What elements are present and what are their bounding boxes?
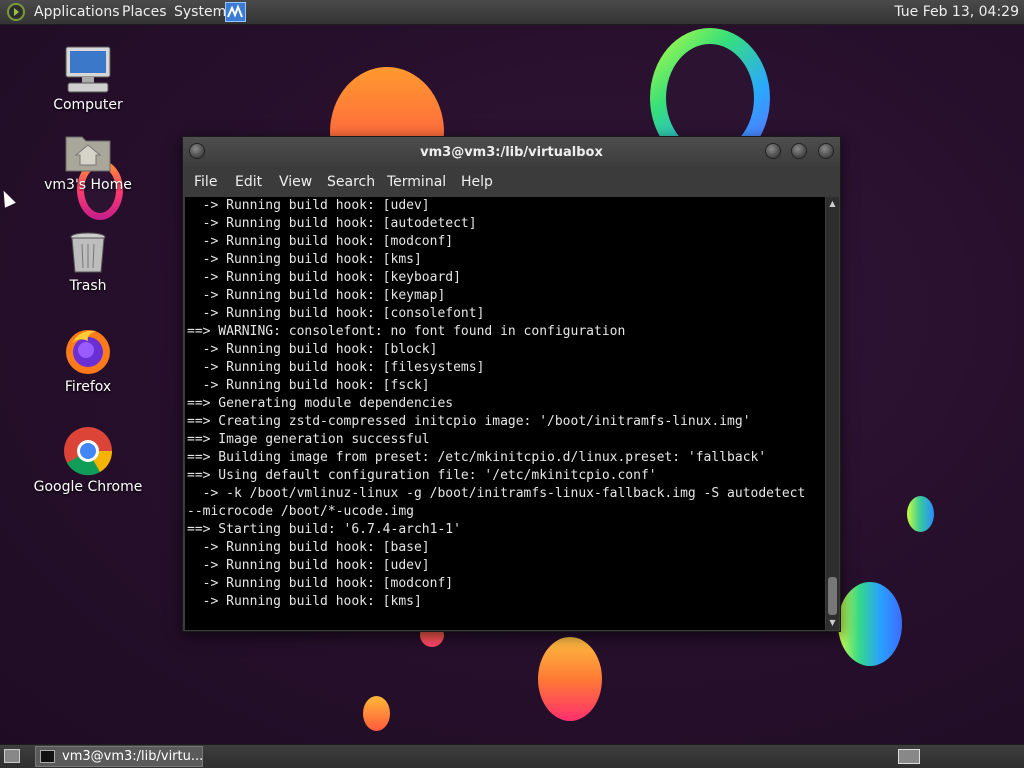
terminal-line: -> Running build hook: [filesystems] <box>187 360 485 375</box>
bottom-panel: vm3@vm3:/lib/virtu... <box>0 744 1024 768</box>
window-title: vm3@vm3:/lib/virtualbox <box>420 145 603 160</box>
workspace-switcher[interactable] <box>898 749 920 764</box>
system-monitor-icon[interactable] <box>225 2 246 22</box>
close-icon[interactable] <box>818 143 834 159</box>
terminal-line: -> Running build hook: [block] <box>187 342 438 357</box>
home-folder-icon <box>65 136 111 172</box>
terminal-line: ==> Using default configuration file: '/… <box>187 468 657 483</box>
minimize-icon[interactable] <box>765 143 781 159</box>
applications-menu-icon[interactable] <box>7 3 25 21</box>
top-panel: Applications Places System Tue Feb 13, 0… <box>0 0 1024 25</box>
clock[interactable]: Tue Feb 13, 04:29 <box>894 4 1019 20</box>
menu-help[interactable]: Help <box>461 174 493 190</box>
terminal-line: -> Running build hook: [keymap] <box>187 288 446 303</box>
maximize-icon[interactable] <box>791 143 807 159</box>
terminal-line: -> Running build hook: [modconf] <box>187 576 454 591</box>
terminal-line: ==> Image generation successful <box>187 432 430 447</box>
terminal-line: -> Running build hook: [udev] <box>187 198 430 213</box>
trash-icon <box>70 232 106 273</box>
desktop-icon-home[interactable]: vm3's Home <box>28 129 148 193</box>
desktop-icon-label: Trash <box>69 278 107 294</box>
chrome-icon <box>64 427 113 476</box>
wallpaper-orange-blob-small <box>363 696 390 731</box>
terminal-line: ==> Generating module dependencies <box>187 396 454 411</box>
scrollbar-thumb[interactable] <box>828 577 837 615</box>
menu-file[interactable]: File <box>194 174 217 190</box>
menu-view[interactable]: View <box>279 174 312 190</box>
desktop-icon-label: Google Chrome <box>33 479 143 495</box>
firefox-icon <box>66 330 110 374</box>
terminal-line: ==> Starting build: '6.7.4-arch1-1' <box>187 522 461 537</box>
terminal-menubar: File Edit View Search Terminal Help <box>183 167 840 197</box>
wallpaper-green-blob-small <box>907 496 934 532</box>
terminal-line: -> Running build hook: [kms] <box>187 252 422 267</box>
desktop-icon-label: Computer <box>53 97 123 113</box>
taskbar-item-terminal[interactable]: vm3@vm3:/lib/virtu... <box>35 746 203 767</box>
show-desktop-icon[interactable] <box>4 749 20 763</box>
menu-terminal[interactable]: Terminal <box>387 174 446 190</box>
desktop-icon-trash[interactable]: Trash <box>28 230 148 294</box>
terminal-line: -> Running build hook: [keyboard] <box>187 270 461 285</box>
terminal-lines: -> Running build hook: [udev] -> Running… <box>185 197 825 611</box>
terminal-line: -> Running build hook: [modconf] <box>187 234 454 249</box>
terminal-line: ==> Building image from preset: /etc/mki… <box>187 450 767 465</box>
terminal-line: --microcode /boot/*-ucode.img <box>187 504 414 519</box>
scroll-up-icon[interactable]: ▲ <box>826 199 839 209</box>
terminal-line: -> Running build hook: [autodetect] <box>187 216 477 231</box>
desktop-icon-chrome[interactable]: Google Chrome <box>28 425 148 495</box>
terminal-line: -> -k /boot/vmlinuz-linux -g /boot/initr… <box>187 486 806 501</box>
terminal-line: ==> Creating zstd-compressed initcpio im… <box>187 414 751 429</box>
terminal-output[interactable]: -> Running build hook: [udev] -> Running… <box>185 197 825 630</box>
menu-places[interactable]: Places <box>122 4 167 20</box>
window-titlebar[interactable]: vm3@vm3:/lib/virtualbox <box>183 137 840 167</box>
wallpaper-green-blob-large <box>838 582 902 666</box>
desktop-icon-label: Firefox <box>64 379 112 395</box>
desktop-icon-firefox[interactable]: Firefox <box>28 325 148 395</box>
terminal-icon <box>40 750 55 763</box>
desktop-icon-computer[interactable]: Computer <box>28 45 148 113</box>
menu-edit[interactable]: Edit <box>235 174 262 190</box>
desktop-icon-label: vm3's Home <box>44 177 132 193</box>
terminal-window[interactable]: vm3@vm3:/lib/virtualbox File Edit View S… <box>182 136 841 632</box>
terminal-scrollbar[interactable]: ▲ ▼ <box>826 197 839 630</box>
terminal-line: -> Running build hook: [kms] <box>187 594 422 609</box>
menu-applications[interactable]: Applications <box>34 4 120 20</box>
wallpaper-orange-blob-bottom <box>538 637 602 721</box>
terminal-line: -> Running build hook: [fsck] <box>187 378 430 393</box>
terminal-line: ==> WARNING: consolefont: no font found … <box>187 324 626 339</box>
scroll-down-icon[interactable]: ▼ <box>826 618 839 628</box>
menu-search[interactable]: Search <box>327 174 375 190</box>
mouse-pointer-icon <box>0 188 16 208</box>
terminal-line: -> Running build hook: [base] <box>187 540 430 555</box>
terminal-line: -> Running build hook: [consolefont] <box>187 306 485 321</box>
taskbar-item-label: vm3@vm3:/lib/virtu... <box>62 749 204 764</box>
terminal-line: -> Running build hook: [udev] <box>187 558 430 573</box>
computer-icon <box>65 46 111 93</box>
menu-system[interactable]: System <box>174 4 226 20</box>
